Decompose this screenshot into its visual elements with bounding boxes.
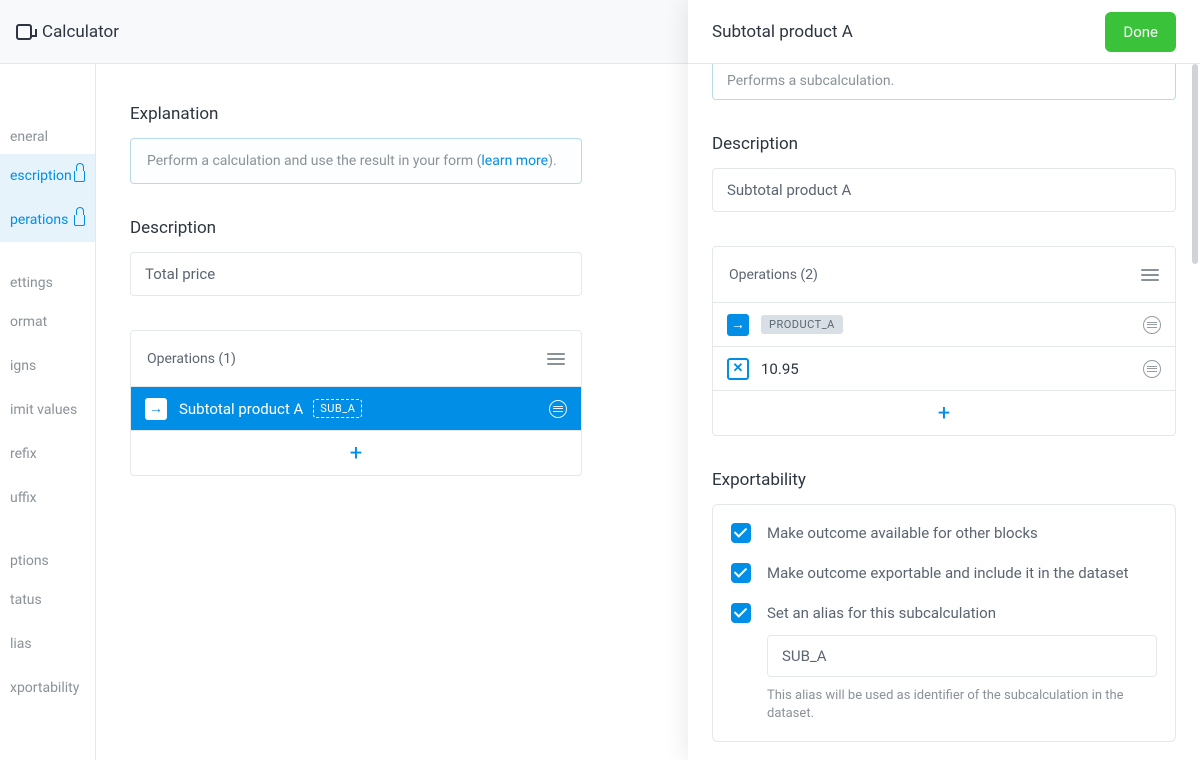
row-menu-icon[interactable]: [1143, 316, 1161, 334]
checkbox[interactable]: [731, 563, 751, 583]
arrow-right-icon: [727, 314, 749, 336]
app-root: Calculator Change type Done eneral escri…: [0, 0, 1200, 760]
alias-helper: This alias will be used as identifier of…: [767, 687, 1157, 723]
detail-description-heading: Description: [712, 134, 1176, 154]
description-input[interactable]: [130, 252, 582, 296]
sidebar-group-general: eneral: [0, 96, 95, 154]
sidebar-group-settings: ettings: [0, 242, 95, 300]
row-menu-icon[interactable]: [1143, 360, 1161, 378]
operation-row-subtotal-a[interactable]: Subtotal product A SUB_A: [131, 387, 581, 431]
detail-body: Performs a subcalculation. Description O…: [688, 64, 1200, 760]
exportability-box: Make outcome available for other blocks …: [712, 504, 1176, 742]
alias-block: This alias will be used as identifier of…: [767, 635, 1157, 723]
sidebar-item-prefix[interactable]: refix: [0, 432, 95, 476]
multiply-icon: [727, 358, 749, 380]
menu-icon[interactable]: [547, 353, 565, 365]
export-opt-alias: Set an alias for this subcalculation Thi…: [731, 603, 1157, 723]
subcalc-hint: Performs a subcalculation.: [712, 64, 1176, 100]
alias-input[interactable]: [767, 635, 1157, 677]
operations-header: Operations (1): [131, 331, 581, 387]
sidebar-item-operations[interactable]: perations: [0, 198, 95, 242]
sidebar-item-alias[interactable]: lias: [0, 622, 95, 666]
sidebar: eneral escription perations ettings orma…: [0, 64, 96, 760]
operation-row-product-a[interactable]: PRODUCT_A: [713, 303, 1175, 347]
page-title: Calculator: [42, 22, 119, 42]
scrollbar[interactable]: [1192, 64, 1198, 264]
menu-icon[interactable]: [1141, 269, 1159, 281]
explanation-box: Perform a calculation and use the result…: [130, 138, 582, 184]
operations-heading: Operations (1): [147, 351, 236, 367]
add-operation-button[interactable]: +: [131, 431, 581, 475]
export-opt-dataset: Make outcome exportable and include it i…: [731, 563, 1157, 583]
lock-icon: [74, 215, 85, 226]
operation-value: 10.95: [761, 360, 1131, 378]
checkbox[interactable]: [731, 523, 751, 543]
detail-operations-heading: Operations (2): [729, 267, 818, 283]
sidebar-item-description[interactable]: escription: [0, 154, 95, 198]
checkbox[interactable]: [731, 603, 751, 623]
detail-done-button[interactable]: Done: [1105, 12, 1176, 52]
export-opt-available: Make outcome available for other blocks: [731, 523, 1157, 543]
explanation-heading: Explanation: [130, 104, 582, 124]
sidebar-item-limit-values[interactable]: imit values: [0, 388, 95, 432]
learn-more-link[interactable]: learn more: [481, 153, 548, 169]
sidebar-item-status[interactable]: tatus: [0, 578, 95, 622]
detail-operations-panel: Operations (2) PRODUCT_A 10.95 +: [712, 246, 1176, 436]
sidebar-item-format[interactable]: ormat: [0, 300, 95, 344]
sidebar-item-exportability[interactable]: xportability: [0, 666, 95, 710]
detail-panel: Subtotal product A Done Performs a subca…: [688, 0, 1200, 760]
detail-operations-header: Operations (2): [713, 247, 1175, 303]
operation-row-multiplier[interactable]: 10.95: [713, 347, 1175, 391]
detail-header: Subtotal product A Done: [688, 0, 1200, 64]
detail-description-input[interactable]: [712, 168, 1176, 212]
detail-title: Subtotal product A: [712, 22, 1089, 42]
exportability-heading: Exportability: [712, 470, 1176, 490]
row-menu-icon[interactable]: [549, 400, 567, 418]
operations-panel: Operations (1) Subtotal product A SUB_A …: [130, 330, 582, 476]
operation-chip: PRODUCT_A: [761, 315, 843, 334]
arrow-right-icon: [145, 398, 167, 420]
sidebar-item-signs[interactable]: igns: [0, 344, 95, 388]
add-operation-button[interactable]: +: [713, 391, 1175, 435]
sidebar-group-options: ptions: [0, 520, 95, 578]
sidebar-item-suffix[interactable]: uffix: [0, 476, 95, 520]
main-pane: Explanation Perform a calculation and us…: [96, 64, 616, 760]
operation-tag: SUB_A: [313, 399, 362, 418]
description-heading: Description: [130, 218, 582, 238]
lock-icon: [74, 171, 85, 182]
calculator-icon: [16, 24, 32, 40]
